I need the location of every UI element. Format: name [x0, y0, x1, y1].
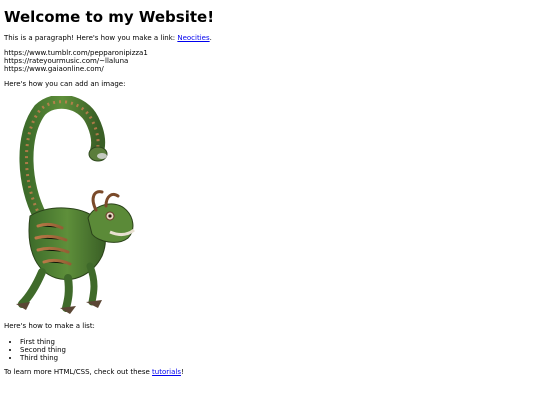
tutorial-suffix-text: !: [180, 368, 184, 376]
neocities-link[interactable]: Neocities: [177, 34, 209, 42]
tutorial-paragraph: To learn more HTML/CSS, check out these …: [4, 368, 184, 377]
bullet-list: First thing Second thing Third thing: [4, 338, 66, 363]
page-title: Welcome to my Website!: [4, 8, 215, 26]
list-item: Third thing: [20, 354, 66, 362]
link-suffix-text: .: [209, 34, 212, 42]
link-paragraph: This is a paragraph! Here's how you make…: [4, 34, 212, 43]
creature-image: [16, 96, 135, 314]
url-list: https://www.tumblr.com/pepparonipizza1 h…: [4, 49, 148, 74]
url-text: https://www.gaiaonline.com/: [4, 65, 104, 74]
url-text: https://rateyourmusic.com/~llaluna: [4, 57, 129, 66]
url-text: https://www.tumblr.com/pepparonipizza1: [4, 49, 148, 57]
image-intro: Here's how you can add an image:: [4, 80, 126, 88]
tutorials-link[interactable]: tutorials: [152, 368, 181, 376]
list-item: Second thing: [20, 346, 66, 354]
list-intro: Here's how to make a list:: [4, 322, 95, 330]
tutorial-prefix-text: To learn more HTML/CSS, check out these: [4, 368, 153, 376]
list-item: First thing: [20, 338, 66, 346]
link-intro-text: This is a paragraph! Here's how you make…: [4, 34, 178, 42]
